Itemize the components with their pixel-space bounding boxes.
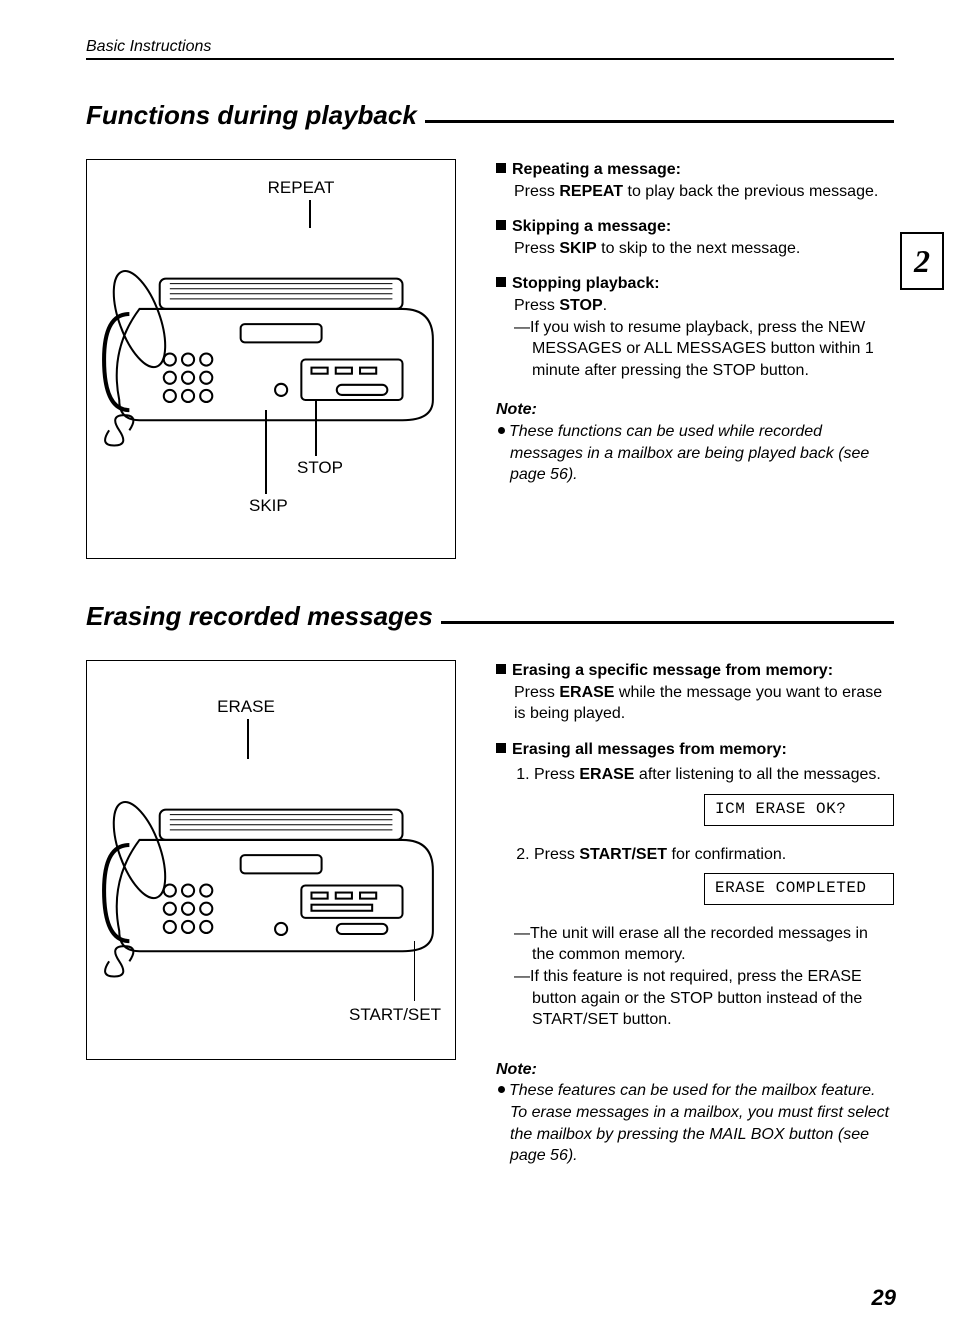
bullet-heading: Erasing all messages from memory: bbox=[512, 741, 787, 758]
pointer-line bbox=[414, 941, 416, 1001]
key-name: START/SET bbox=[579, 846, 667, 863]
lcd-display: ERASE COMPLETED bbox=[704, 873, 894, 905]
figure-label-startset: START/SET bbox=[349, 1005, 441, 1025]
note-body: These features can be used for the mailb… bbox=[510, 1080, 894, 1166]
section-title-row: Functions during playback bbox=[86, 100, 894, 131]
bullet-heading: Repeating a message: bbox=[512, 161, 681, 178]
pointer-line bbox=[315, 400, 317, 456]
page-number: 29 bbox=[872, 1285, 896, 1311]
key-name: ERASE bbox=[579, 766, 634, 783]
body-text: Press bbox=[534, 846, 579, 863]
square-bullet-icon bbox=[496, 664, 506, 674]
body-text: after listening to all the messages. bbox=[634, 766, 880, 783]
text-column: Erasing a specific message from memory: … bbox=[496, 660, 894, 1167]
square-bullet-icon bbox=[496, 277, 506, 287]
figure-label-stop: STOP bbox=[297, 458, 343, 478]
body-text: to play back the previous message. bbox=[623, 183, 878, 200]
fax-machine-illustration bbox=[99, 759, 443, 982]
section-title-row: Erasing recorded messages bbox=[86, 601, 894, 632]
square-bullet-icon bbox=[496, 743, 506, 753]
square-bullet-icon bbox=[496, 163, 506, 173]
bullet-heading: Stopping playback: bbox=[512, 275, 660, 292]
chapter-number: 2 bbox=[914, 243, 930, 280]
body-text: . bbox=[603, 297, 607, 314]
figure-label-repeat: REPEAT bbox=[159, 178, 443, 198]
body-text: Press bbox=[534, 766, 579, 783]
body-text: Press bbox=[514, 183, 559, 200]
note-body: These functions can be used while record… bbox=[510, 421, 894, 486]
figure-box: REPEAT bbox=[86, 159, 456, 559]
figure-label-erase: ERASE bbox=[49, 697, 443, 717]
key-name: SKIP bbox=[559, 240, 596, 257]
sub-note: —The unit will erase all the recorded me… bbox=[532, 923, 894, 966]
figure-box: ERASE bbox=[86, 660, 456, 1060]
body-text: Press bbox=[514, 240, 559, 257]
key-name: STOP bbox=[559, 297, 602, 314]
section-title: Functions during playback bbox=[86, 100, 417, 131]
lcd-display: ICM ERASE OK? bbox=[704, 794, 894, 826]
key-name: REPEAT bbox=[559, 183, 623, 200]
pointer-line bbox=[265, 410, 267, 494]
list-item: Press START/SET for confirmation. ERASE … bbox=[534, 844, 894, 919]
dot-bullet-icon bbox=[498, 427, 505, 434]
sub-note: —If you wish to resume playback, press t… bbox=[532, 317, 894, 382]
bullet-heading: Skipping a message: bbox=[512, 218, 671, 235]
body-text: to skip to the next message. bbox=[597, 240, 801, 257]
dot-bullet-icon bbox=[498, 1086, 505, 1093]
horizontal-rule bbox=[425, 120, 894, 123]
key-name: ERASE bbox=[559, 684, 614, 701]
figure-label-skip: SKIP bbox=[249, 496, 288, 516]
square-bullet-icon bbox=[496, 220, 506, 230]
list-item: Press ERASE after listening to all the m… bbox=[534, 764, 894, 839]
note-heading: Note: bbox=[496, 1059, 894, 1081]
text-column: Repeating a message: Press REPEAT to pla… bbox=[496, 159, 894, 559]
sub-note: —If this feature is not required, press … bbox=[532, 966, 894, 1031]
pointer-line bbox=[247, 719, 249, 759]
body-text: Press bbox=[514, 684, 559, 701]
horizontal-rule bbox=[441, 621, 894, 624]
section-title: Erasing recorded messages bbox=[86, 601, 433, 632]
header-text: Basic Instructions bbox=[86, 38, 211, 55]
bullet-heading: Erasing a specific message from memory: bbox=[512, 662, 833, 679]
body-text: Press bbox=[514, 297, 559, 314]
chapter-tab: 2 bbox=[900, 232, 944, 290]
page-header: Basic Instructions bbox=[86, 38, 894, 60]
note-heading: Note: bbox=[496, 399, 894, 421]
body-text: for confirmation. bbox=[667, 846, 786, 863]
pointer-line bbox=[309, 200, 311, 228]
